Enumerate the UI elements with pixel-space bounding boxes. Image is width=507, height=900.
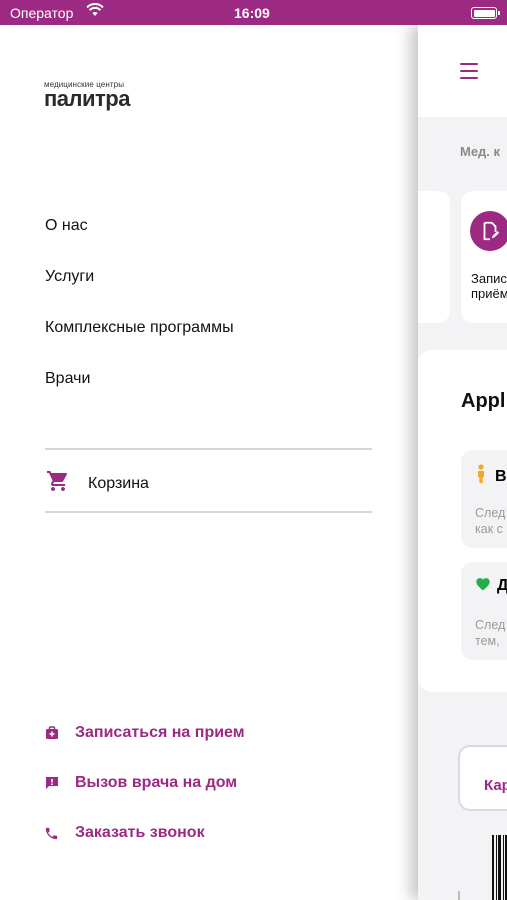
hamburger-menu-icon[interactable] [460, 63, 478, 84]
divider [458, 891, 460, 900]
menu-item-programs[interactable]: Комплексные программы [45, 315, 234, 366]
medical-bag-icon [44, 726, 59, 740]
panel-item-head: Д [497, 577, 507, 594]
book-appointment-label: Записаться на прием [75, 724, 245, 741]
logo-name: палитра [44, 86, 130, 111]
appointment-card[interactable]: Запис приём [461, 191, 507, 323]
panel-item-desc: След [475, 618, 506, 632]
status-bar: Оператор 16:09 [0, 0, 507, 25]
clock: 16:09 [234, 5, 270, 21]
panel-item-desc: тем, [475, 634, 500, 648]
main-topbar [418, 25, 507, 117]
order-call-button[interactable]: Заказать звонок [44, 808, 245, 858]
menu-item-services[interactable]: Услуги [45, 264, 234, 315]
quick-actions: Записаться на прием Вызов врача на дом З… [44, 708, 245, 858]
heart-icon [475, 576, 491, 596]
logo: медицинские центры палитра [44, 80, 130, 111]
appointment-card-line1: Запис [471, 271, 507, 286]
divider [45, 448, 372, 450]
drawer-menu: О нас Услуги Комплексные программы Врачи [45, 213, 234, 417]
person-icon [475, 464, 487, 489]
wifi-icon [86, 3, 104, 20]
shortcut-card[interactable] [418, 191, 450, 323]
barcode [492, 835, 507, 900]
menu-item-doctors[interactable]: Врачи [45, 366, 234, 417]
main-screen: Мед. к Запис приём Appl В След как с Д С… [418, 25, 507, 900]
med-card-label: Мед. к [460, 144, 501, 159]
health-panel: Appl В След как с Д След тем, [418, 350, 507, 692]
loyalty-card-label: Кар [484, 777, 507, 794]
cart-label: Корзина [88, 474, 149, 492]
loyalty-card[interactable]: Кар [458, 745, 507, 811]
divider [45, 511, 372, 513]
cart-icon [45, 469, 71, 498]
panel-item-desc: След [475, 506, 506, 520]
carrier-label: Оператор [10, 5, 74, 21]
panel-item[interactable]: В След как с [461, 450, 507, 548]
home-visit-label: Вызов врача на дом [75, 774, 238, 791]
appointment-card-line2: приём [471, 286, 507, 301]
navigation-drawer: медицинские центры палитра О нас Услуги … [0, 25, 418, 900]
chat-alert-icon [44, 776, 59, 790]
panel-item-desc: как с [475, 522, 503, 536]
panel-title: Appl [461, 390, 506, 412]
book-appointment-button[interactable]: Записаться на прием [44, 708, 245, 758]
home-visit-button[interactable]: Вызов врача на дом [44, 758, 245, 808]
menu-item-about[interactable]: О нас [45, 213, 234, 264]
edit-document-icon [470, 211, 507, 251]
cart-button[interactable]: Корзина [45, 469, 149, 498]
battery-icon [471, 7, 500, 19]
panel-item-head: В [495, 467, 507, 485]
phone-icon [44, 826, 59, 841]
panel-item[interactable]: Д След тем, [461, 562, 507, 660]
order-call-label: Заказать звонок [75, 824, 205, 841]
